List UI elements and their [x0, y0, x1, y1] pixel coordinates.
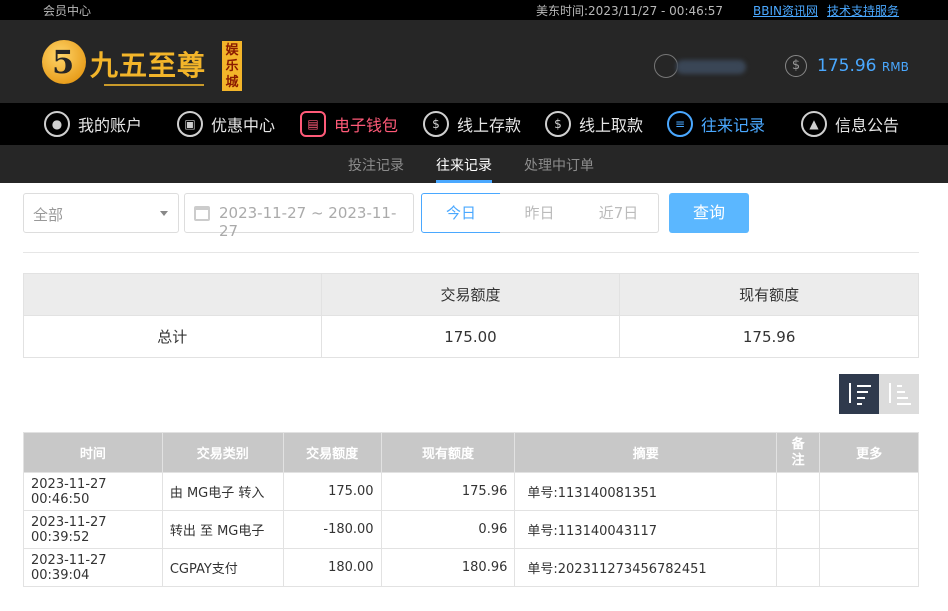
row-remark — [776, 472, 821, 511]
user-icon: ● — [44, 111, 70, 137]
record-icon: ≡ — [667, 111, 693, 137]
row-summary: 单号:202311273456782451 — [514, 548, 778, 587]
row-more[interactable] — [819, 548, 919, 587]
table-row[interactable]: 2023-11-27 00:39:04 CGPAY支付 180.00 180.9… — [23, 548, 919, 587]
today-button[interactable]: 今日 — [421, 193, 501, 233]
col-balance[interactable]: 现有额度 — [380, 432, 516, 473]
sort-ascending-button[interactable] — [879, 374, 919, 414]
row-time: 2023-11-27 00:46:50 — [23, 472, 163, 511]
summary-header-row: 交易额度 现有额度 — [23, 273, 919, 316]
row-balance: 175.96 — [380, 472, 516, 511]
tab-transaction-records[interactable]: 往来记录 — [436, 155, 492, 175]
row-more[interactable] — [819, 510, 919, 549]
table-row[interactable]: 2023-11-27 00:39:52 转出 至 MG电子 -180.00 0.… — [23, 510, 919, 549]
account-balance: 175.96 RMB — [817, 56, 909, 76]
sort-descending-button[interactable] — [839, 374, 879, 414]
table-row[interactable]: 2023-11-27 00:46:50 由 MG电子 转入 175.00 175… — [23, 472, 919, 511]
col-remark[interactable]: 备注 — [776, 432, 821, 473]
col-type[interactable]: 交易类别 — [161, 432, 284, 473]
logo-emblem-icon: 5 — [42, 40, 86, 84]
col-amount[interactable]: 交易额度 — [282, 432, 382, 473]
server-time: 美东时间:2023/11/27 - 00:46:57 — [536, 4, 724, 18]
row-time: 2023-11-27 00:39:04 — [23, 548, 163, 587]
top-bar: 会员中心 美东时间:2023/11/27 - 00:46:57 BBIN资讯网 … — [0, 0, 948, 20]
summary-total-label: 总计 — [23, 315, 322, 358]
row-type: 转出 至 MG电子 — [161, 510, 284, 549]
row-remark — [776, 510, 821, 549]
currency-coin-icon: $ — [785, 55, 807, 77]
nav-online-withdraw[interactable]: $ 线上取款 — [545, 110, 643, 138]
user-avatar-icon[interactable] — [654, 54, 678, 78]
row-more[interactable] — [819, 472, 919, 511]
date-range-input[interactable]: 2023-11-27 ~ 2023-11-27 — [184, 193, 414, 240]
row-time: 2023-11-27 00:39:52 — [23, 510, 163, 549]
row-amount: 180.00 — [282, 548, 382, 587]
nav-transaction-records[interactable]: ≡ 往来记录 — [667, 110, 765, 138]
nav-e-wallet[interactable]: ▤ 电子钱包 — [300, 110, 398, 138]
transaction-records-table: 时间 交易类别 交易额度 现有额度 摘要 备注 更多 2023-11-27 00… — [23, 432, 919, 587]
summary-header-blank — [23, 273, 322, 316]
logo-decoration — [104, 84, 204, 86]
site-logo[interactable]: 5 九五至尊 娱乐城 — [42, 40, 242, 92]
active-tab-indicator — [436, 180, 492, 183]
bbin-news-link[interactable]: BBIN资讯网 — [753, 2, 818, 19]
row-summary: 单号:113140081351 — [514, 472, 778, 511]
row-amount: 175.00 — [282, 472, 382, 511]
row-remark — [776, 548, 821, 587]
nav-promotions[interactable]: ▣ 优惠中心 — [177, 110, 275, 138]
row-balance: 0.96 — [380, 510, 516, 549]
divider — [23, 252, 919, 253]
search-button[interactable]: 查询 — [669, 193, 749, 233]
transaction-type-select[interactable]: 全部 — [23, 193, 179, 233]
summary-total-amount: 175.00 — [320, 315, 621, 358]
row-balance: 180.96 — [380, 548, 516, 587]
yesterday-button[interactable]: 昨日 — [500, 193, 580, 233]
member-center-label: 会员中心 — [43, 4, 92, 18]
main-nav: ● 我的账户 ▣ 优惠中心 ▤ 电子钱包 $ 线上存款 $ 线上取款 ≡ 往来记录 ▲ 信息公… — [0, 103, 948, 145]
logo-sub-text: 娱乐城 — [222, 41, 242, 91]
deposit-icon: $ — [423, 111, 449, 137]
col-time[interactable]: 时间 — [23, 432, 163, 473]
summary-header-amount: 交易额度 — [320, 273, 621, 316]
row-type: CGPAY支付 — [161, 548, 284, 587]
nav-my-account[interactable]: ● 我的账户 — [44, 110, 142, 138]
gift-icon: ▣ — [177, 111, 203, 137]
summary-header-balance: 现有额度 — [619, 273, 919, 316]
chevron-down-icon — [160, 211, 168, 216]
tab-pending-orders[interactable]: 处理中订单 — [524, 155, 594, 175]
username-masked — [676, 60, 746, 74]
nav-announcements[interactable]: ▲ 信息公告 — [801, 110, 899, 138]
sub-nav: 投注记录 往来记录 处理中订单 — [0, 145, 948, 183]
withdraw-icon: $ — [545, 111, 571, 137]
col-more[interactable]: 更多 — [819, 432, 919, 473]
logo-brand-text: 九五至尊 — [90, 49, 207, 82]
summary-total-row: 总计 175.00 175.96 — [23, 315, 919, 358]
calendar-icon — [194, 206, 210, 221]
wallet-icon: ▤ — [300, 111, 326, 137]
tech-support-link[interactable]: 技术支持服务 — [827, 2, 899, 19]
bell-icon: ▲ — [801, 111, 827, 137]
last-7-days-button[interactable]: 近7日 — [579, 193, 659, 233]
col-summary[interactable]: 摘要 — [514, 432, 778, 473]
summary-total-balance: 175.96 — [619, 315, 919, 358]
records-header-row: 时间 交易类别 交易额度 现有额度 摘要 备注 更多 — [23, 432, 919, 473]
nav-online-deposit[interactable]: $ 线上存款 — [423, 110, 521, 138]
row-summary: 单号:113140043117 — [514, 510, 778, 549]
row-type: 由 MG电子 转入 — [161, 472, 284, 511]
header: 5 九五至尊 娱乐城 $ 175.96 RMB — [0, 20, 948, 103]
summary-table: 交易额度 现有额度 总计 175.00 175.96 — [23, 273, 919, 358]
tab-bet-records[interactable]: 投注记录 — [348, 155, 404, 175]
row-amount: -180.00 — [282, 510, 382, 549]
